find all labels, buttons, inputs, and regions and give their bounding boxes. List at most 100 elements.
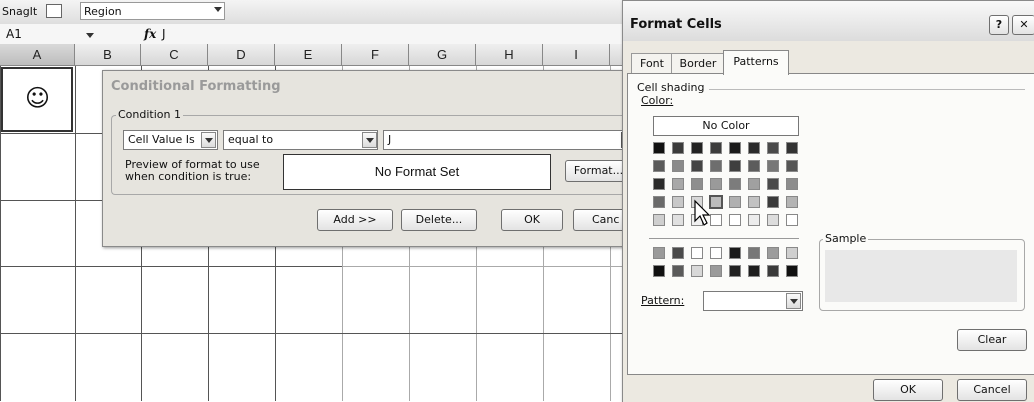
color-swatch[interactable] — [767, 178, 779, 190]
column-header-g[interactable]: G — [409, 44, 476, 66]
color-swatch[interactable] — [748, 265, 760, 277]
color-swatch[interactable] — [691, 247, 703, 259]
color-swatch[interactable] — [672, 160, 684, 172]
formula-value[interactable]: J — [162, 27, 166, 41]
color-swatch[interactable] — [691, 178, 703, 190]
color-swatch[interactable] — [710, 214, 722, 226]
no-color-button[interactable]: No Color — [653, 116, 799, 136]
color-swatch[interactable] — [748, 214, 760, 226]
color-swatch[interactable] — [748, 196, 760, 208]
color-swatch[interactable] — [767, 160, 779, 172]
help-button[interactable]: ? — [989, 15, 1009, 35]
condition-value-field[interactable]: J — [383, 130, 631, 150]
color-swatch[interactable] — [748, 247, 760, 259]
chevron-down-icon[interactable] — [86, 33, 94, 38]
cell-a1[interactable]: ☺ — [1, 67, 73, 132]
clear-button[interactable]: Clear — [957, 329, 1027, 351]
pattern-label: Pattern: — [641, 294, 685, 307]
column-header-a[interactable]: A — [0, 44, 75, 66]
color-swatch[interactable] — [748, 160, 760, 172]
color-swatch[interactable] — [729, 247, 741, 259]
color-swatch[interactable] — [729, 142, 741, 154]
value-type-select[interactable]: Cell Value Is — [123, 130, 218, 150]
color-swatch[interactable] — [767, 196, 779, 208]
color-swatch[interactable] — [710, 178, 722, 190]
delete-button[interactable]: Delete... — [401, 209, 477, 231]
color-swatch[interactable] — [786, 265, 798, 277]
color-swatch[interactable] — [672, 178, 684, 190]
color-swatch[interactable] — [748, 142, 760, 154]
color-swatch[interactable] — [786, 160, 798, 172]
preview-label-line2: when condition is true: — [125, 170, 252, 183]
color-palette[interactable] — [653, 142, 803, 232]
color-swatch[interactable] — [653, 265, 665, 277]
column-header-e[interactable]: E — [275, 44, 342, 66]
color-swatch[interactable] — [653, 196, 665, 208]
color-swatch[interactable] — [653, 214, 665, 226]
column-header-i[interactable]: I — [543, 44, 610, 66]
color-swatch[interactable] — [710, 142, 722, 154]
color-swatch[interactable] — [729, 178, 741, 190]
sample-preview — [825, 250, 1017, 302]
color-swatch[interactable] — [767, 265, 779, 277]
name-box[interactable]: A1 — [6, 27, 22, 41]
tab-font[interactable]: Font — [631, 53, 673, 74]
color-swatch[interactable] — [729, 265, 741, 277]
color-swatch[interactable] — [786, 214, 798, 226]
color-swatch[interactable] — [672, 214, 684, 226]
color-swatch[interactable] — [786, 196, 798, 208]
region-select[interactable]: Region — [80, 2, 225, 20]
column-header-b[interactable]: B — [75, 44, 141, 66]
color-swatch[interactable] — [786, 142, 798, 154]
color-swatch[interactable] — [691, 265, 703, 277]
chevron-down-icon[interactable] — [201, 132, 216, 148]
chevron-down-icon[interactable] — [786, 293, 801, 309]
color-label: Color: — [641, 94, 674, 107]
ok-button[interactable]: OK — [501, 209, 563, 231]
color-swatch[interactable] — [786, 247, 798, 259]
color-swatch[interactable] — [729, 160, 741, 172]
color-swatch[interactable] — [672, 247, 684, 259]
chevron-down-icon[interactable] — [362, 132, 377, 148]
color-palette-extra[interactable] — [653, 247, 803, 279]
column-header-h[interactable]: H — [476, 44, 543, 66]
fx-icon[interactable]: fx — [144, 27, 156, 41]
color-swatch[interactable] — [672, 196, 684, 208]
color-swatch[interactable] — [672, 142, 684, 154]
divider — [709, 89, 1025, 90]
color-swatch[interactable] — [710, 160, 722, 172]
column-header-f[interactable]: F — [342, 44, 409, 66]
add-button[interactable]: Add >> — [317, 209, 393, 231]
color-swatch[interactable] — [672, 265, 684, 277]
color-swatch[interactable] — [786, 178, 798, 190]
color-swatch[interactable] — [710, 247, 722, 259]
color-swatch[interactable] — [729, 214, 741, 226]
pattern-select[interactable] — [703, 291, 803, 311]
color-swatch[interactable] — [653, 160, 665, 172]
condition-value: J — [388, 133, 392, 146]
color-swatch[interactable] — [653, 142, 665, 154]
ok-button[interactable]: OK — [873, 379, 943, 401]
color-swatch[interactable] — [691, 160, 703, 172]
color-swatch[interactable] — [653, 178, 665, 190]
color-swatch[interactable] — [767, 247, 779, 259]
close-button[interactable]: ✕ — [1012, 15, 1034, 35]
color-swatch[interactable] — [710, 265, 722, 277]
color-swatch[interactable] — [748, 178, 760, 190]
color-swatch[interactable] — [653, 247, 665, 259]
capture-icon[interactable] — [46, 4, 62, 18]
snagit-label[interactable]: SnagIt — [2, 5, 37, 18]
color-swatch[interactable] — [729, 196, 741, 208]
column-header-c[interactable]: C — [141, 44, 208, 66]
tab-patterns[interactable]: Patterns — [723, 50, 789, 75]
column-header-d[interactable]: D — [208, 44, 275, 66]
format-cells-dialog: Format Cells ? ✕ Font Border Patterns Ce… — [622, 0, 1034, 402]
color-swatch[interactable] — [767, 214, 779, 226]
color-swatch[interactable] — [691, 142, 703, 154]
color-swatch[interactable] — [709, 195, 723, 209]
cancel-button[interactable]: Cancel — [957, 379, 1027, 401]
color-swatch[interactable] — [767, 142, 779, 154]
tab-border[interactable]: Border — [671, 53, 725, 74]
region-label: Region — [84, 5, 122, 18]
operator-select[interactable]: equal to — [223, 130, 378, 150]
